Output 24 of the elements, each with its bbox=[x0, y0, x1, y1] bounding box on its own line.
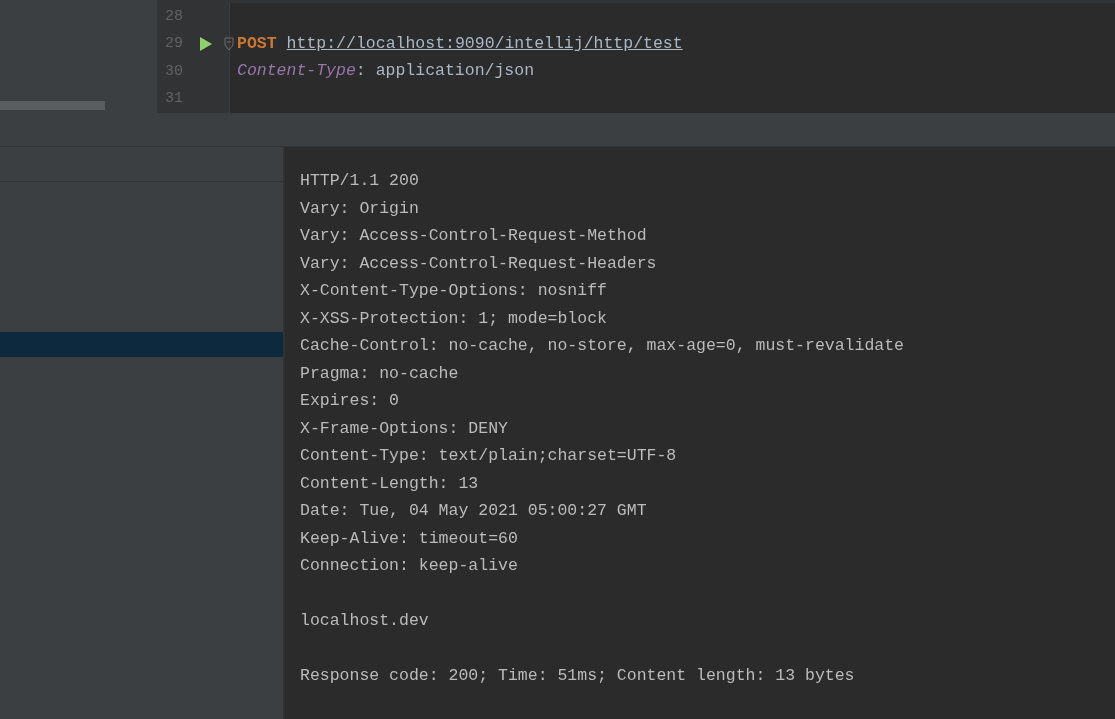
run-icon[interactable] bbox=[199, 36, 213, 53]
response-header: Content-Type: text/plain;charset=UTF-8 bbox=[300, 445, 678, 467]
status-line: HTTP/1.1 200 bbox=[300, 170, 420, 192]
response-header: Content-Length: 13 bbox=[300, 472, 480, 495]
response-body: localhost.dev bbox=[300, 610, 430, 632]
response-header: Cache-Control: no-cache, no-store, max-age=0, must-revalidate bbox=[300, 335, 905, 357]
request-url[interactable]: http://localhost:9090/intellij/http/test bbox=[286, 31, 683, 57]
response-header: Vary: Access-Control-Request-Headers bbox=[300, 252, 658, 275]
response-header: Pragma: no-cache bbox=[300, 362, 460, 385]
response-header: Vary: Access-Control-Request-Method bbox=[300, 225, 648, 247]
response-summary: Response code: 200; Time: 51ms; Content length: 13 bytes bbox=[300, 665, 856, 687]
response-header: Connection: keep-alive bbox=[300, 555, 519, 577]
response-header: X-XSS-Protection: 1; mode=block bbox=[300, 307, 608, 330]
response-header: Date: Tue, 04 May 2021 05:00:27 GMT bbox=[300, 500, 648, 522]
response-header: X-Frame-Options: DENY bbox=[300, 417, 509, 440]
horizontal-scrollbar[interactable] bbox=[0, 101, 105, 110]
fold-icon[interactable] bbox=[224, 37, 234, 52]
response-header: Keep-Alive: timeout=60 bbox=[300, 527, 519, 550]
response-header: Expires: 0 bbox=[300, 390, 401, 412]
response-header: Vary: Origin bbox=[300, 197, 420, 220]
header-name: Content-Type bbox=[237, 60, 356, 83]
response-header: X-Content-Type-Options: nosniff bbox=[300, 280, 608, 302]
http-method: POST bbox=[237, 32, 277, 55]
header-value: : application/json bbox=[355, 60, 535, 83]
